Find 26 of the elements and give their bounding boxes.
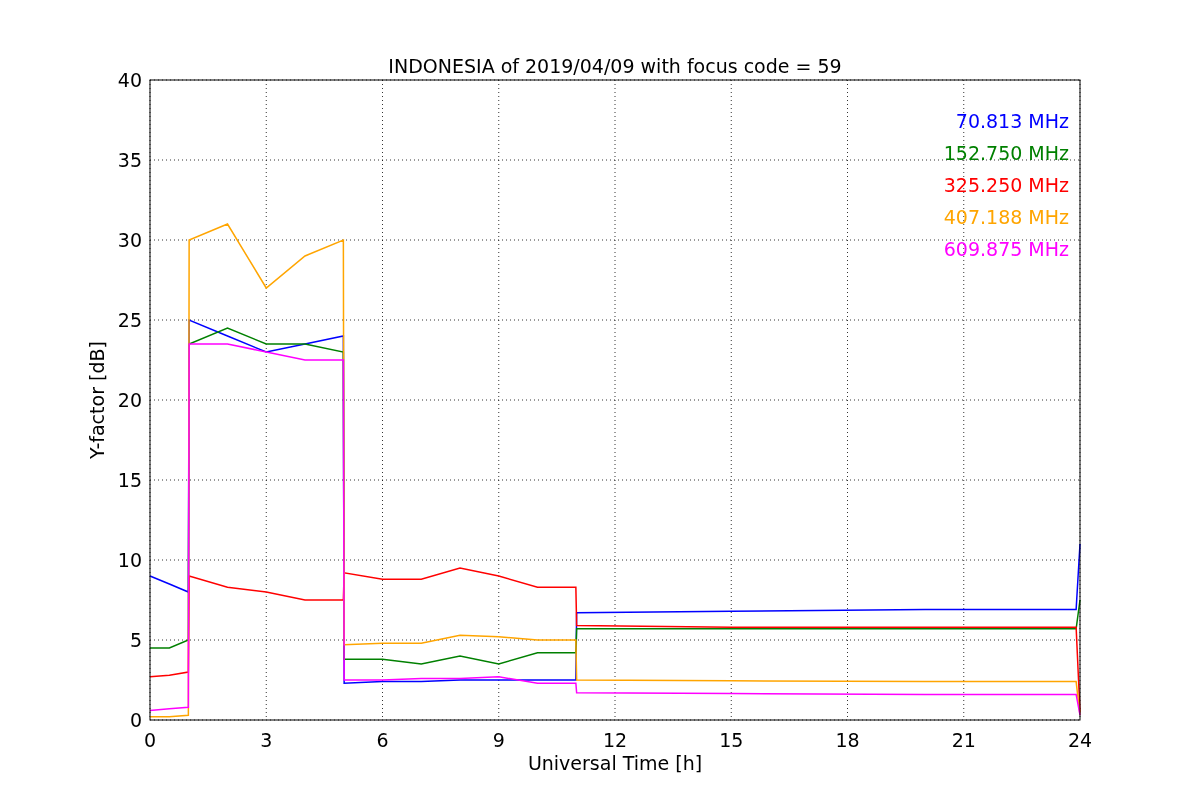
tick-label: 15 [719,729,744,751]
tick-label: 21 [951,729,976,751]
x-axis-label: Universal Time [h] [527,752,703,774]
legend-label: 70.813 MHz [955,110,1069,132]
tick-label: 12 [602,729,628,751]
tick-label: 30 [117,229,142,251]
tick-label: 5 [129,629,142,651]
legend-label: 407.188 MHz [943,206,1069,228]
tick-label: 3 [260,729,273,751]
chart-title: INDONESIA of 2019/04/09 with focus code = 59 [388,55,842,77]
legend-label: 325.250 MHz [943,174,1069,196]
tick-label: 35 [117,149,142,171]
y-axis-label: Y-factor [dB] [86,341,108,459]
legend-label: 609.875 MHz [943,238,1069,260]
tick-label: 24 [1067,729,1093,751]
tick-label: 10 [117,549,142,571]
legend-label: 152.750 MHz [943,142,1069,164]
tick-label: 6 [376,729,389,751]
tick-label: 0 [129,709,142,731]
tick-label: 18 [835,729,860,751]
tick-label: 20 [117,389,142,411]
tick-label: 0 [143,729,157,751]
tick-label: 9 [492,729,505,751]
tick-label: 15 [117,469,142,491]
tick-label: 40 [117,69,142,91]
tick-label: 25 [117,309,142,331]
